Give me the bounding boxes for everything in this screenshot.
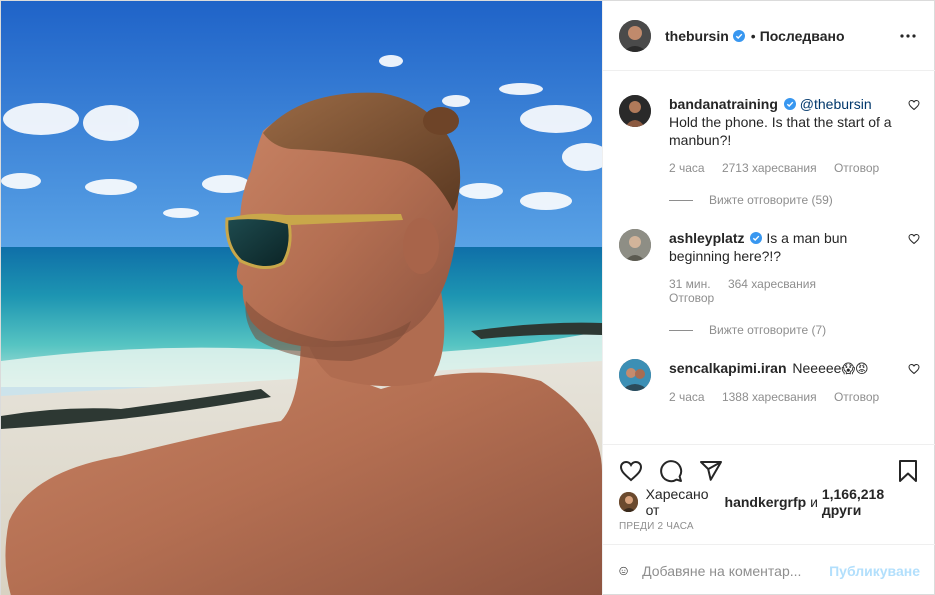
commenter-username[interactable]: ashleyplatz bbox=[669, 230, 744, 246]
bookmark-icon[interactable] bbox=[896, 459, 920, 483]
verified-badge-icon bbox=[783, 98, 796, 110]
comment-meta: 2 часа 2713 харесвания Отговор bbox=[669, 161, 894, 175]
liker-avatar-image bbox=[619, 492, 638, 512]
comment-like-heart-icon[interactable] bbox=[908, 99, 920, 111]
comment-time[interactable]: 2 часа bbox=[669, 390, 705, 404]
comment-item: sencalkapimi.iran Neeeee😱😡 2 часа 1388 х… bbox=[619, 359, 920, 404]
liker-avatar[interactable] bbox=[619, 492, 638, 512]
comment-input[interactable] bbox=[642, 562, 824, 579]
commenter-username[interactable]: bandanatraining bbox=[669, 96, 778, 112]
reply-button[interactable]: Отговор bbox=[834, 390, 879, 404]
author-avatar[interactable] bbox=[619, 19, 651, 52]
view-replies-label: Вижте отговорите (59) bbox=[709, 193, 833, 207]
comment-like-heart-icon[interactable] bbox=[908, 363, 920, 375]
comment-item: ashleyplatz Is a man bun beginning here?… bbox=[619, 229, 920, 305]
commenter-avatar-image bbox=[619, 359, 651, 391]
emoji-icon[interactable] bbox=[619, 558, 628, 584]
reply-button[interactable]: Отговор bbox=[834, 161, 879, 175]
author-username[interactable]: thebursin bbox=[665, 28, 729, 44]
comment-item: bandanatraining @thebursin Hold the phon… bbox=[619, 95, 920, 175]
commenter-avatar-image bbox=[619, 95, 651, 127]
comment-meta: 2 часа 1388 харесвания Отговор bbox=[669, 390, 894, 404]
liked-by-count[interactable]: 1,166,218 други bbox=[822, 486, 920, 518]
view-replies-button[interactable]: Вижте отговорите (7) bbox=[669, 323, 920, 337]
comment-emojis: 😱😡 bbox=[841, 361, 869, 376]
more-horizontal-icon bbox=[900, 33, 916, 38]
liked-by-prefix: Харесано от bbox=[645, 486, 709, 518]
more-options-button[interactable] bbox=[896, 24, 920, 48]
comment-meta: 31 мин. 364 харесвания Отговор bbox=[669, 277, 894, 305]
post-side-panel: thebursin • Последвано bandanatraining @… bbox=[602, 1, 935, 595]
following-button[interactable]: Последвано bbox=[760, 28, 845, 44]
post-comment-button[interactable]: Публикуване bbox=[829, 563, 920, 579]
verified-badge-icon bbox=[732, 29, 745, 42]
heart-icon[interactable] bbox=[619, 459, 643, 483]
replies-divider bbox=[669, 329, 693, 331]
post-actions: Харесано от handkergrfp и 1,166,218 друг… bbox=[603, 444, 935, 544]
verified-badge-icon bbox=[750, 232, 763, 244]
comment-likes[interactable]: 1388 харесвания bbox=[722, 390, 817, 404]
commenter-avatar-image bbox=[619, 229, 651, 261]
comment-mention[interactable]: @thebursin bbox=[800, 96, 872, 112]
comment-time[interactable]: 2 часа bbox=[669, 161, 705, 175]
comment-text: Hold the phone. Is that the start of a m… bbox=[669, 114, 892, 148]
comments-list[interactable]: bandanatraining @thebursin Hold the phon… bbox=[603, 71, 935, 444]
comment-body: ashleyplatz Is a man bun beginning here?… bbox=[669, 229, 920, 305]
comment-like-heart-icon[interactable] bbox=[908, 233, 920, 245]
post-photo[interactable] bbox=[1, 1, 602, 595]
beach-photo-illustration bbox=[1, 1, 602, 595]
view-replies-button[interactable]: Вижте отговорите (59) bbox=[669, 193, 920, 207]
header-separator: • bbox=[750, 27, 756, 44]
liked-by-conj: и bbox=[810, 494, 818, 510]
commenter-username[interactable]: sencalkapimi.iran bbox=[669, 360, 787, 376]
commenter-avatar[interactable] bbox=[619, 95, 651, 127]
share-icon[interactable] bbox=[699, 459, 723, 483]
liked-by: Харесано от handkergrfp и 1,166,218 друг… bbox=[619, 486, 920, 518]
commenter-avatar[interactable] bbox=[619, 359, 651, 391]
comment-body: bandanatraining @thebursin Hold the phon… bbox=[669, 95, 920, 175]
replies-divider bbox=[669, 199, 693, 201]
liked-by-user[interactable]: handkergrfp bbox=[725, 494, 807, 510]
comment-time[interactable]: 31 мин. bbox=[669, 277, 711, 291]
post-header: thebursin • Последвано bbox=[603, 1, 935, 71]
commenter-avatar[interactable] bbox=[619, 229, 651, 261]
reply-button[interactable]: Отговор bbox=[669, 291, 714, 305]
comment-likes[interactable]: 364 харесвания bbox=[728, 277, 816, 291]
comment-icon[interactable] bbox=[659, 459, 683, 483]
comment-likes[interactable]: 2713 харесвания bbox=[722, 161, 817, 175]
comment-body: sencalkapimi.iran Neeeee😱😡 2 часа 1388 х… bbox=[669, 359, 920, 404]
add-comment-bar: Публикуване bbox=[603, 544, 935, 595]
comment-text: Neeeee bbox=[792, 360, 842, 376]
action-bar bbox=[619, 445, 920, 491]
post-dialog: thebursin • Последвано bandanatraining @… bbox=[0, 0, 935, 595]
author-avatar-image bbox=[619, 19, 651, 52]
view-replies-label: Вижте отговорите (7) bbox=[709, 323, 827, 337]
post-timestamp[interactable]: ПРЕДИ 2 ЧАСА bbox=[619, 521, 920, 532]
